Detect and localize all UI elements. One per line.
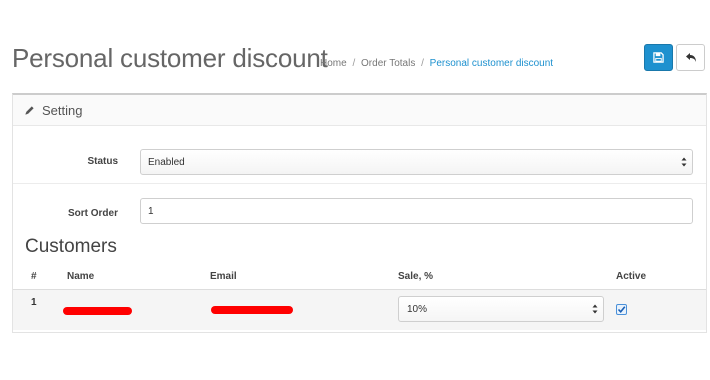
column-sale: Sale, % — [398, 271, 434, 282]
reply-icon — [685, 53, 696, 62]
active-checkbox[interactable] — [616, 304, 627, 315]
column-number: # — [31, 271, 37, 282]
customers-title: Customers — [25, 236, 117, 257]
panel-heading-label: Setting — [42, 102, 83, 118]
breadcrumb-current[interactable]: Personal customer discount — [430, 58, 553, 69]
page-header: Personal customer discount Home / Order … — [12, 40, 710, 80]
breadcrumb-separator: / — [421, 58, 424, 69]
sort-order-row: Sort Order 1 — [13, 191, 706, 231]
save-icon — [653, 52, 664, 63]
checkmark-icon — [617, 306, 626, 314]
status-select[interactable]: Enabled — [140, 149, 693, 175]
redacted-name — [63, 307, 132, 315]
save-button[interactable] — [644, 44, 673, 71]
panel-heading: Setting — [13, 95, 706, 126]
column-email: Email — [210, 271, 237, 282]
pencil-icon — [25, 105, 34, 115]
page-title: Personal customer discount — [12, 43, 328, 73]
sale-value: 10% — [407, 303, 428, 315]
select-arrows-icon — [681, 157, 687, 167]
column-name: Name — [67, 271, 95, 282]
select-arrows-icon — [592, 304, 598, 314]
status-value: Enabled — [148, 156, 185, 168]
sort-order-input[interactable]: 1 — [140, 198, 693, 224]
breadcrumb-separator: / — [352, 58, 356, 69]
status-label: Status — [87, 156, 118, 167]
redacted-email — [211, 306, 293, 314]
customers-table-header: # Name Email Sale, % Active — [13, 268, 706, 288]
sort-order-value: 1 — [148, 205, 154, 217]
back-button[interactable] — [676, 44, 705, 71]
table-row: 1 10% — [13, 289, 706, 330]
sale-select[interactable]: 10% — [398, 296, 604, 322]
sort-order-label: Sort Order — [67, 208, 118, 219]
column-active: Active — [616, 271, 647, 282]
row-number: 1 — [31, 297, 37, 308]
breadcrumb-order-totals[interactable]: Order Totals — [361, 58, 415, 69]
breadcrumb-home[interactable]: Home — [320, 58, 347, 69]
breadcrumb: Home / Order Totals / Personal customer … — [320, 58, 553, 69]
settings-panel: Setting Status Enabled Sort Order 1 Cust… — [12, 93, 707, 333]
status-row: Status Enabled — [13, 139, 706, 184]
